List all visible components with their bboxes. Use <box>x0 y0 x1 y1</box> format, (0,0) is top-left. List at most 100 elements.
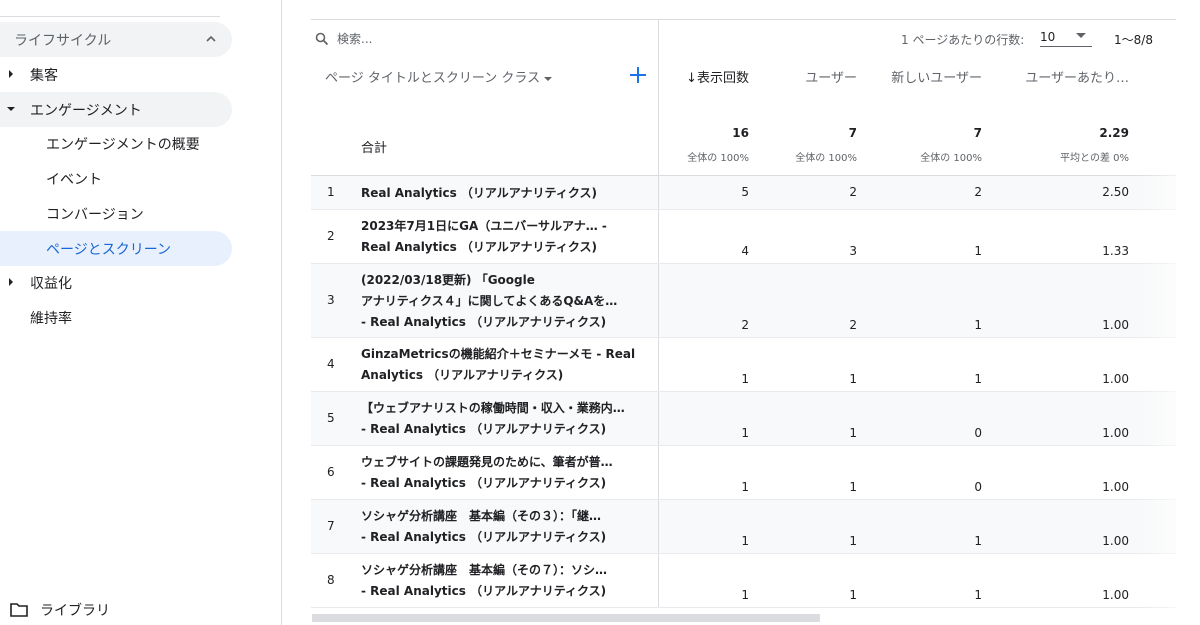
row-index: 3 <box>327 293 335 307</box>
row-page-title[interactable]: ソシャゲ分析講座 基本編（その７）：ソシ… - Real Analytics （リ… <box>361 560 656 602</box>
row-title-line: - Real Analytics （リアルアナリティクス) <box>361 476 607 490</box>
row-title-line: - Real Analytics （リアルアナリティクス) <box>361 584 607 598</box>
table-row: 8 ソシャゲ分析講座 基本編（その７）：ソシ… - Real Analytics （… <box>311 554 1176 608</box>
row-new-users: 0 <box>974 480 982 494</box>
sidebar-item-engagement[interactable]: エンゲージメント <box>0 92 232 127</box>
row-title-line: 2023年7月1日にGA（ユニバーサルアナ… - <box>361 219 607 233</box>
table-row: 7 ソシャゲ分析講座 基本編（その３）：「継… - Real Analytics （… <box>311 500 1176 554</box>
dimension-selector[interactable]: ページ タイトルとスクリーン クラス <box>325 67 553 86</box>
row-page-title[interactable]: ソシャゲ分析講座 基本編（その３）：「継… - Real Analytics （リ… <box>361 506 656 548</box>
chevron-up-icon <box>206 35 216 42</box>
row-index: 5 <box>327 411 335 425</box>
row-index: 1 <box>327 185 335 199</box>
sidebar-section-lifecycle[interactable]: ライフサイクル <box>0 22 232 57</box>
row-index: 6 <box>327 465 335 479</box>
sidebar-item-pages-and-screens[interactable]: ページとスクリーン <box>0 231 232 266</box>
sidebar-item-label: ページとスクリーン <box>46 241 172 258</box>
row-views: 5 <box>741 185 749 199</box>
row-page-title[interactable]: Real Analytics （リアルアナリティクス) <box>361 183 656 204</box>
sidebar-item-conversions[interactable]: コンバージョン <box>0 196 232 231</box>
row-per-user: 1.00 <box>1102 480 1129 494</box>
row-title-line: アナリティクス４」に関してよくあるQ&Aを… <box>361 293 618 308</box>
metric-header-views[interactable]: ↓表示回数 <box>686 67 749 86</box>
total-users-share: 全体の 100% <box>795 153 857 164</box>
row-page-title[interactable]: ウェブサイトの課題発見のために、筆者が普… - Real Analytics （リ… <box>361 452 656 494</box>
search-input[interactable] <box>337 32 637 46</box>
row-new-users: 1 <box>974 372 982 386</box>
row-title-line: Real Analytics （リアルアナリティクス) <box>361 185 597 200</box>
table-row: 1 Real Analytics （リアルアナリティクス) 5 2 2 2.50 <box>311 176 1176 210</box>
table-row: 3 (2022/03/18更新) 「Google アナリティクス４」に関してよくある… <box>311 264 1176 338</box>
total-users: 7 <box>848 126 857 140</box>
row-index: 7 <box>327 519 335 533</box>
row-title-line: - Real Analytics （リアルアナリティクス) <box>361 422 607 436</box>
row-title-line: ウェブサイトの課題発見のために、筆者が普… <box>361 455 613 469</box>
row-new-users: 1 <box>974 244 982 258</box>
library-label: ライブラリ <box>40 603 110 619</box>
row-per-user: 1.33 <box>1102 244 1129 258</box>
metric-header-users[interactable]: ユーザー <box>805 67 857 86</box>
row-views: 4 <box>741 244 749 258</box>
expand-down-icon <box>7 107 15 111</box>
row-page-title[interactable]: 【ウェブアナリストの稼働時間・収入・業務内… - Real Analytics （… <box>361 398 656 440</box>
table-row: 4 GinzaMetricsの機能紹介＋セミナーメモ - Real Analytic… <box>311 338 1176 392</box>
row-new-users: 1 <box>974 318 982 332</box>
sidebar-item-label: エンゲージメント <box>30 102 142 119</box>
search-box <box>311 20 659 58</box>
total-views: 16 <box>732 126 749 140</box>
total-label: 合計 <box>361 141 388 156</box>
total-new-users-share: 全体の 100% <box>920 153 982 164</box>
pagination-text: 1〜8/8 <box>1114 33 1153 47</box>
add-dimension-icon[interactable] <box>628 65 648 85</box>
dimension-header-label: ページ タイトルとスクリーン クラス <box>325 71 541 86</box>
sidebar-item-events[interactable]: イベント <box>0 161 232 196</box>
row-users: 2 <box>849 185 857 199</box>
row-new-users: 1 <box>974 588 982 602</box>
row-users: 1 <box>849 588 857 602</box>
row-title-line: Real Analytics （リアルアナリティクス) <box>361 240 597 254</box>
row-users: 3 <box>849 244 857 258</box>
row-users: 1 <box>849 534 857 548</box>
library-link[interactable]: ライブラリ <box>10 598 110 622</box>
rows-per-page-label: 1 ページあたりの行数: <box>901 33 1025 47</box>
row-users: 2 <box>849 318 857 332</box>
sidebar-item-label: エンゲージメントの概要 <box>46 136 200 153</box>
total-per-user: 2.29 <box>1099 126 1129 140</box>
expand-right-icon <box>9 278 13 286</box>
sidebar-item-acquisition[interactable]: 集客 <box>0 57 232 92</box>
metric-header-new-users[interactable]: 新しいユーザー <box>891 67 982 86</box>
table-row: 5 【ウェブアナリストの稼働時間・収入・業務内… - Real Analytics … <box>311 392 1176 446</box>
sidebar-item-engagement-overview[interactable]: エンゲージメントの概要 <box>0 126 232 161</box>
row-new-users: 1 <box>974 534 982 548</box>
metric-header-per-user[interactable]: ユーザーあたり… <box>1025 67 1129 86</box>
row-title-line: Analytics （リアルアナリティクス) <box>361 368 564 382</box>
table-header: ページ タイトルとスクリーン クラス 合計 ↓表示回数 ユーザー 新しいユーザー… <box>311 58 1176 176</box>
folder-icon <box>10 603 28 617</box>
row-page-title[interactable]: (2022/03/18更新) 「Google アナリティクス４」に関してよくあるQ… <box>361 270 656 333</box>
row-page-title[interactable]: 2023年7月1日にGA（ユニバーサルアナ… - Real Analytics （… <box>361 216 656 258</box>
sidebar-item-label: イベント <box>46 171 102 188</box>
total-per-user-diff: 平均との差 0% <box>1060 153 1129 164</box>
row-page-title[interactable]: GinzaMetricsの機能紹介＋セミナーメモ - Real Analytics… <box>361 344 656 386</box>
sidebar-item-label: 集客 <box>30 67 58 84</box>
row-title-line: GinzaMetricsの機能紹介＋セミナーメモ - Real <box>361 347 636 361</box>
row-index: 8 <box>327 573 335 587</box>
rows-per-page-select[interactable]: 10 <box>1040 27 1092 47</box>
row-title-line: (2022/03/18更新) 「Google <box>361 272 535 287</box>
sidebar-item-retention[interactable]: 維持率 <box>0 300 232 335</box>
table-toolbar: 1 ページあたりの行数: 10 1〜8/8 <box>311 20 1176 58</box>
table-row: 2 2023年7月1日にGA（ユニバーサルアナ… - Real Analytics … <box>311 210 1176 264</box>
row-title-line: 【ウェブアナリストの稼働時間・収入・業務内… <box>361 401 625 415</box>
row-per-user: 1.00 <box>1102 426 1129 440</box>
row-users: 1 <box>849 480 857 494</box>
sidebar: ライフサイクル 集客 エンゲージメント エンゲージメントの概要 イベント コンバ… <box>0 0 282 625</box>
caret-down-icon <box>1076 33 1086 38</box>
sidebar-item-monetization[interactable]: 収益化 <box>0 265 232 300</box>
section-title: ライフサイクル <box>14 32 112 49</box>
horizontal-scrollbar[interactable] <box>312 614 820 622</box>
row-title-line: ソシャゲ分析講座 基本編（その３）：「継… <box>361 509 602 523</box>
row-users: 1 <box>849 426 857 440</box>
row-views: 1 <box>741 534 749 548</box>
row-views: 2 <box>741 318 749 332</box>
row-views: 1 <box>741 426 749 440</box>
